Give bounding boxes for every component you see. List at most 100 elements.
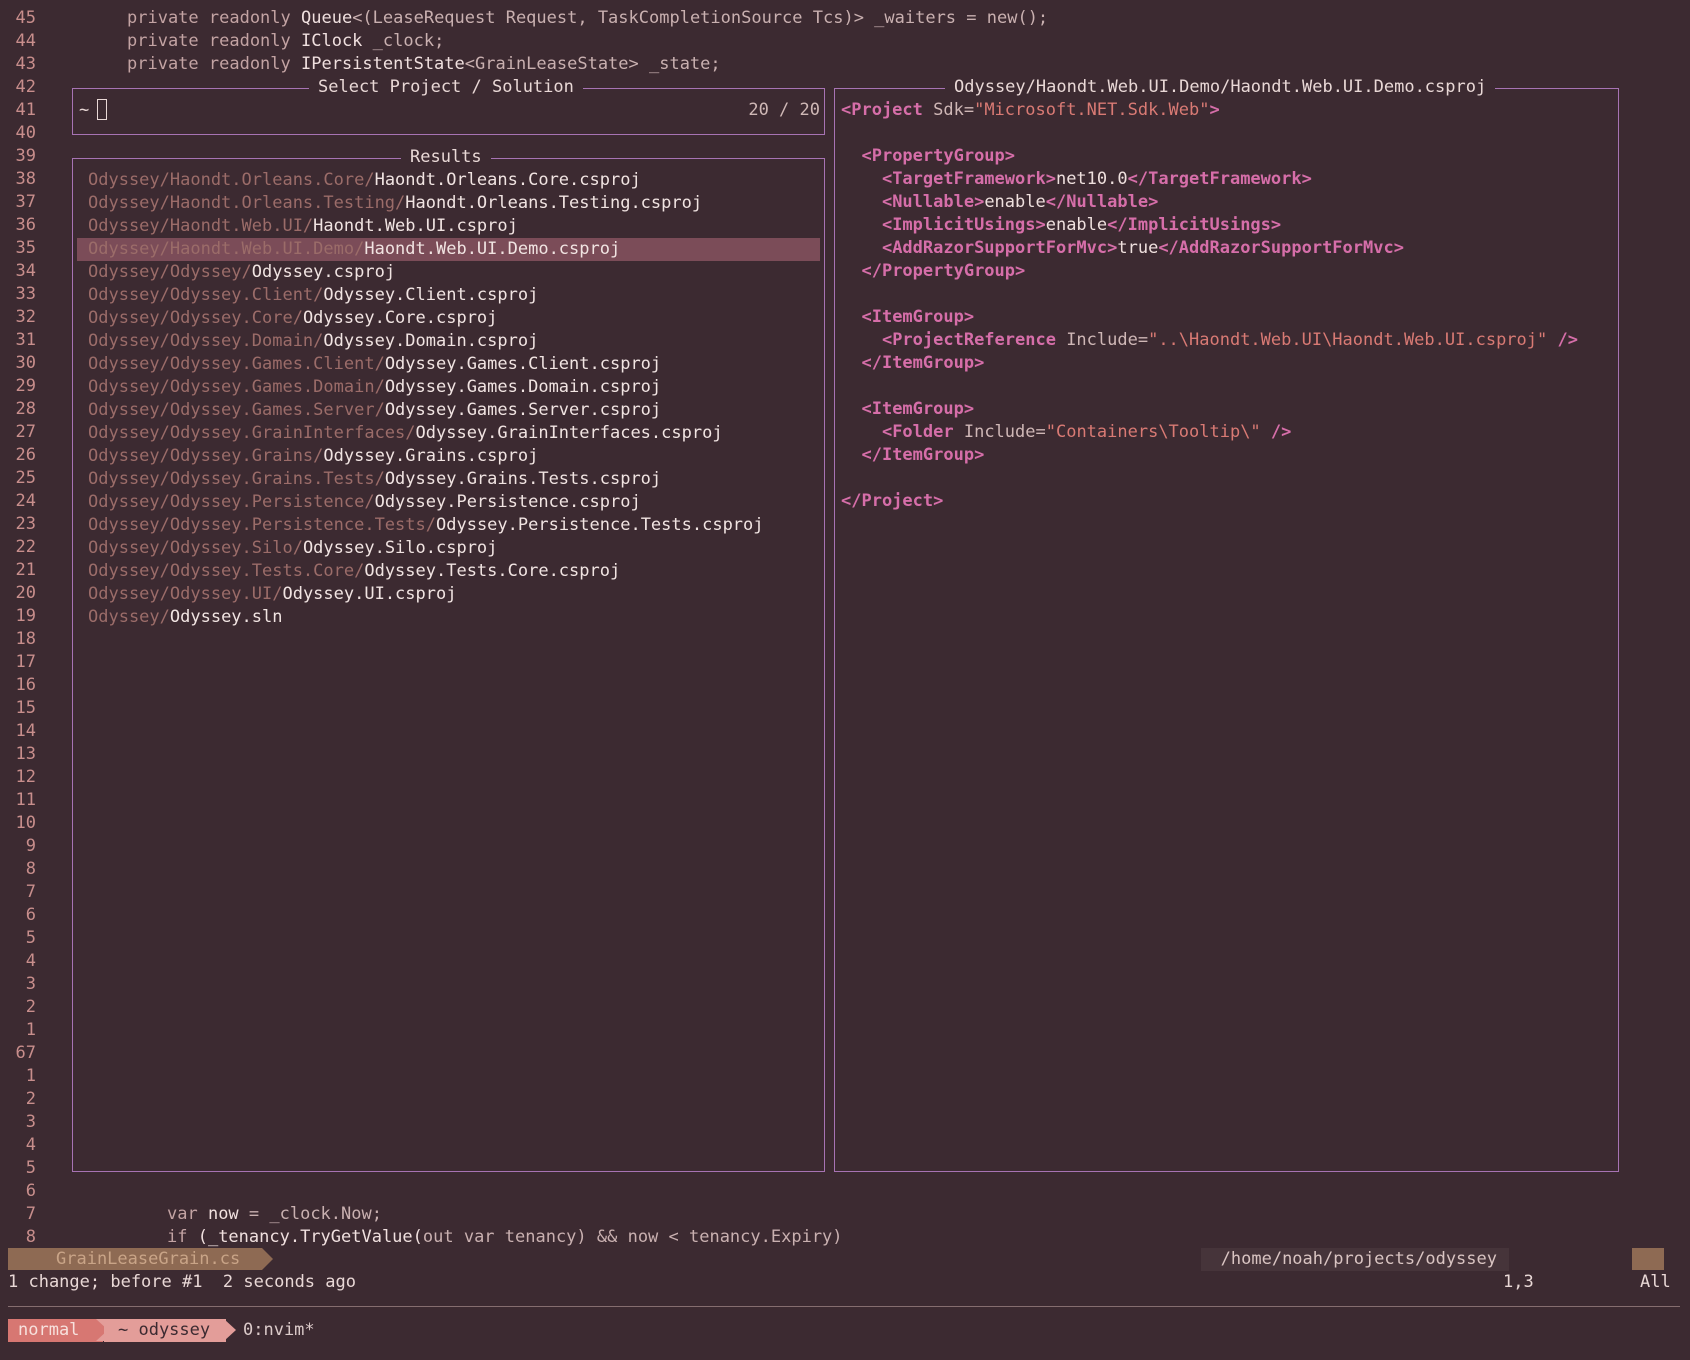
preview-line: <PropertyGroup> [861,146,1016,166]
result-file: Odyssey.sln [169,607,283,627]
status-message: 1 change; before #1 2 seconds ago [8,1272,356,1292]
result-item[interactable]: Odyssey/Odyssey.Persistence/Odyssey.Pers… [77,491,820,514]
preview-line: <Project Sdk="Microsoft.NET.Sdk.Web"> [841,100,1220,120]
result-item[interactable]: Odyssey/Haondt.Orleans.Testing/Haondt.Or… [77,192,820,215]
text-cursor[interactable] [97,99,107,120]
line-number: 43 [15,54,36,74]
result-dir: Odyssey/Haondt.Orleans.Core/ [88,170,375,190]
line-number: 22 [15,537,36,557]
preview-line: <ItemGroup> [861,399,975,419]
result-file: Odyssey.Domain.csproj [323,331,539,351]
result-item[interactable]: Odyssey/Odyssey.Games.Domain/Odyssey.Gam… [77,376,820,399]
preview-window: Odyssey/Haondt.Web.UI.Demo/Haondt.Web.UI… [834,76,1619,1172]
result-file: Odyssey.Tests.Core.csproj [364,561,621,581]
line-number: 10 [15,813,36,833]
line-number: 20 [15,583,36,603]
file-tab-label: GrainLeaseGrain.cs [56,1249,241,1269]
line-number: 24 [15,491,36,511]
result-item[interactable]: Odyssey/Odyssey/Odyssey.csproj [77,261,820,284]
results-window: Results Odyssey/Haondt.Orleans.Core/Haon… [72,146,825,1172]
line-number: 25 [15,468,36,488]
result-dir: Odyssey/Odyssey/ [88,262,252,282]
preview-line: </PropertyGroup> [861,261,1026,281]
line-number: 16 [15,675,36,695]
tmux-separator [8,1306,1680,1307]
result-item[interactable]: Odyssey/Odyssey.Games.Server/Odyssey.Gam… [77,399,820,422]
result-item[interactable]: Odyssey/Odyssey.UI/Odyssey.UI.csproj [77,583,820,606]
result-dir: Odyssey/Odyssey.Games.Server/ [88,400,385,420]
result-file: Odyssey.Client.csproj [323,285,539,305]
line-number: 15 [15,698,36,718]
prompt-symbol: ~ [79,100,90,120]
result-item[interactable]: Odyssey/Haondt.Web.UI/Haondt.Web.UI.cspr… [77,215,820,238]
result-dir: Odyssey/Odyssey.Games.Domain/ [88,377,385,397]
result-item[interactable]: Odyssey/Odyssey.Silo/Odyssey.Silo.csproj [77,537,820,560]
line-number: 23 [15,514,36,534]
result-dir: Odyssey/ [88,607,170,627]
result-dir: Odyssey/Odyssey.Persistence.Tests/ [88,515,436,535]
result-file: Odyssey.Games.Client.csproj [384,354,662,374]
line-number: 12 [15,767,36,787]
picker-prompt-window[interactable]: Select Project / Solution ~ 20 / 20 [72,76,825,135]
line-number: 13 [15,744,36,764]
session-arrow [224,1319,236,1341]
line-number: 39 [15,146,36,166]
result-file: Odyssey.csproj [251,262,396,282]
line-number: 8 [25,859,36,879]
line-number: 7 [25,1204,36,1224]
result-item[interactable]: Odyssey/Odyssey.Core/Odyssey.Core.csproj [77,307,820,330]
result-dir: Odyssey/Odyssey.Client/ [88,285,324,305]
result-file: Odyssey.Games.Server.csproj [384,400,662,420]
line-number: 45 [15,8,36,28]
line-number: 2 [25,997,36,1017]
line-number: 5 [25,928,36,948]
result-item[interactable]: Odyssey/Odyssey.sln [77,606,820,629]
code-line: private readonly Queue<(LeaseRequest Req… [127,8,1049,28]
result-dir: Odyssey/Odyssey.Grains/ [88,446,324,466]
result-file: Haondt.Web.UI.Demo.csproj [364,239,621,259]
result-item[interactable]: Odyssey/Haondt.Orleans.Core/Haondt.Orlea… [77,169,820,192]
line-number: 31 [15,330,36,350]
line-number: 38 [15,169,36,189]
line-number: 3 [25,974,36,994]
line-number: 40 [15,123,36,143]
line-number: 37 [15,192,36,212]
result-item[interactable]: Odyssey/Odyssey.Domain/Odyssey.Domain.cs… [77,330,820,353]
session-badge[interactable]: ~ odyssey [104,1319,227,1342]
line-number: 2 [25,1089,36,1109]
result-dir: Odyssey/Odyssey.Games.Client/ [88,354,385,374]
preview-line: <TargetFramework>net10.0</TargetFramewor… [881,169,1312,189]
result-item[interactable]: Odyssey/Haondt.Web.UI.Demo/Haondt.Web.UI… [77,238,820,261]
line-number: 42 [15,77,36,97]
result-dir: Odyssey/Odyssey.Persistence/ [88,492,375,512]
result-item[interactable]: Odyssey/Odyssey.Tests.Core/Odyssey.Tests… [77,560,820,583]
line-number: 14 [15,721,36,741]
line-number: 26 [15,445,36,465]
path-cap [1632,1248,1664,1270]
preview-line: <ProjectReference Include="..\Haondt.Web… [881,330,1578,350]
line-number: 34 [15,261,36,281]
result-item[interactable]: Odyssey/Odyssey.Games.Client/Odyssey.Gam… [77,353,820,376]
result-item[interactable]: Odyssey/Odyssey.Client/Odyssey.Client.cs… [77,284,820,307]
line-number: 44 [15,31,36,51]
result-file: Odyssey.GrainInterfaces.csproj [415,423,723,443]
result-item[interactable]: Odyssey/Odyssey.Persistence.Tests/Odysse… [77,514,820,537]
code-line: private readonly IPersistentState<GrainL… [127,54,721,74]
tmux-window[interactable]: 0:nvim* [243,1319,315,1342]
line-number: 7 [25,882,36,902]
line-number: 8 [25,1227,36,1247]
line-number: 3 [25,1112,36,1132]
line-number: 11 [15,790,36,810]
result-file: Odyssey.Silo.csproj [302,538,498,558]
code-line: var now = _clock.Now; [167,1204,382,1224]
result-item[interactable]: Odyssey/Odyssey.Grains/Odyssey.Grains.cs… [77,445,820,468]
result-item[interactable]: Odyssey/Odyssey.GrainInterfaces/Odyssey.… [77,422,820,445]
line-number: 4 [25,1135,36,1155]
result-dir: Odyssey/Odyssey.Tests.Core/ [88,561,365,581]
file-tab[interactable]: GrainLeaseGrain.cs [8,1248,274,1270]
line-number: 32 [15,307,36,327]
result-file: Odyssey.Games.Domain.csproj [384,377,662,397]
result-item[interactable]: Odyssey/Odyssey.Grains.Tests/Odyssey.Gra… [77,468,820,491]
result-file: Haondt.Orleans.Core.csproj [374,170,641,190]
line-number: 27 [15,422,36,442]
